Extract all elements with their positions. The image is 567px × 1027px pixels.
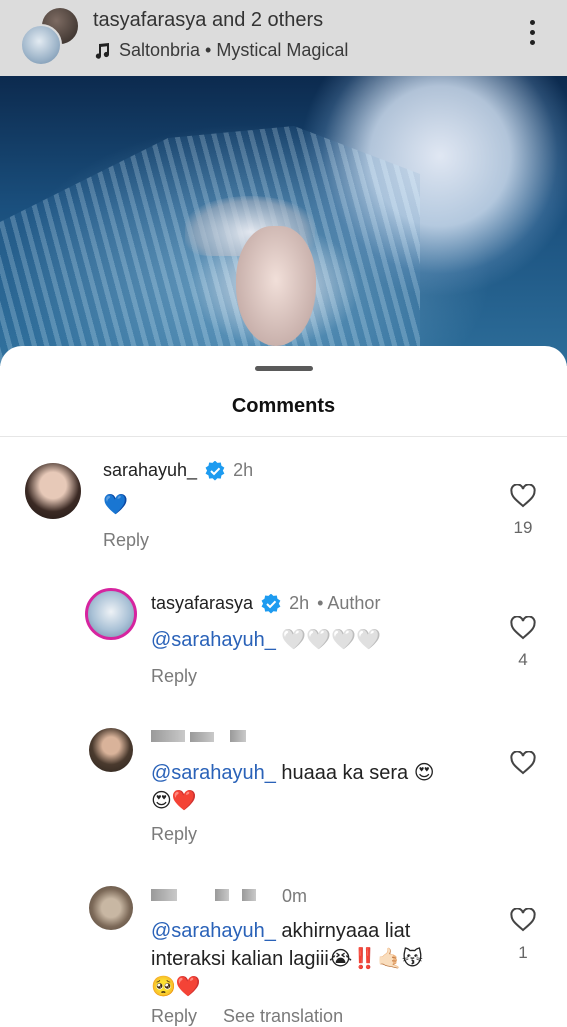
drag-handle[interactable] bbox=[255, 366, 313, 371]
redacted-username bbox=[151, 730, 185, 742]
comment-text: @sarahayuh_ 🤍🤍🤍🤍 bbox=[151, 626, 381, 654]
comment-username[interactable]: tasyafarasya bbox=[151, 593, 253, 614]
sheet-title: Comments bbox=[231, 395, 336, 417]
avatar[interactable] bbox=[25, 463, 81, 519]
comment-body: 🥺❤️ bbox=[151, 976, 201, 998]
comment-header: sarahayuh_ 2h bbox=[103, 460, 253, 481]
mention-link[interactable]: @sarahayuh_ bbox=[151, 920, 276, 942]
post-header: tasyafarasya and 2 others Saltonbria • M… bbox=[0, 0, 567, 76]
comment-body: huaaa ka sera 😍 bbox=[275, 762, 435, 784]
comment-text: @sarahayuh_ akhirnyaaa liat interaksi ka… bbox=[151, 917, 423, 1001]
comment-text: 💙 bbox=[103, 494, 128, 516]
reply-button[interactable]: Reply bbox=[151, 824, 197, 845]
redacted-username bbox=[190, 732, 214, 742]
redacted-username bbox=[215, 889, 229, 901]
comment-time: 2h bbox=[233, 460, 254, 480]
more-options-icon[interactable] bbox=[522, 20, 542, 50]
redacted-username bbox=[230, 730, 246, 742]
like-count: 1 bbox=[518, 943, 528, 962]
music-label: Saltonbria • Mystical Magical bbox=[119, 40, 349, 60]
author-tag: • Author bbox=[317, 593, 381, 613]
comment-header: tasyafarasya 2h • Author bbox=[151, 593, 380, 614]
heart-icon[interactable] bbox=[510, 484, 536, 508]
post-image[interactable] bbox=[0, 76, 567, 366]
reply-button[interactable]: Reply bbox=[151, 666, 197, 687]
heart-icon[interactable] bbox=[510, 751, 536, 775]
avatar[interactable] bbox=[85, 588, 137, 640]
heart-icon[interactable] bbox=[510, 616, 536, 640]
reply-button[interactable]: Reply bbox=[103, 530, 149, 551]
post-author-title[interactable]: tasyafarasya and 2 others bbox=[93, 9, 323, 32]
like-count: 19 bbox=[513, 518, 533, 537]
verified-badge-icon bbox=[205, 460, 225, 481]
comment-body: 😍❤️ bbox=[151, 790, 197, 812]
comment-header: 0m bbox=[282, 886, 307, 907]
comment-time: 0m bbox=[282, 886, 308, 906]
music-info[interactable]: Saltonbria • Mystical Magical bbox=[93, 40, 348, 61]
comment-body: akhirnyaaa liat bbox=[275, 920, 411, 942]
music-note-icon bbox=[95, 42, 110, 59]
comment-username[interactable]: sarahayuh_ bbox=[103, 460, 197, 481]
avatar[interactable] bbox=[89, 886, 133, 930]
avatar bbox=[20, 24, 62, 66]
comment-time: 2h bbox=[289, 593, 310, 613]
comments-sheet: Comments sarahayuh_ 2h 💙 Reply 19 tasyaf… bbox=[0, 346, 567, 1026]
comment-body: interaksi kalian lagiii😭‼️🤙🏻😽 bbox=[151, 948, 423, 970]
verified-badge-icon bbox=[261, 593, 281, 614]
mention-link[interactable]: @sarahayuh_ bbox=[151, 762, 276, 784]
heart-icon[interactable] bbox=[510, 908, 536, 932]
redacted-username bbox=[151, 889, 177, 901]
avatar[interactable] bbox=[89, 728, 133, 772]
like-count: 4 bbox=[518, 650, 528, 669]
comment-body: 🤍🤍🤍🤍 bbox=[275, 629, 381, 651]
divider bbox=[0, 436, 567, 437]
redacted-username bbox=[242, 889, 256, 901]
mention-link[interactable]: @sarahayuh_ bbox=[151, 629, 276, 651]
comment-text: @sarahayuh_ huaaa ka sera 😍 😍❤️ bbox=[151, 759, 435, 815]
collab-avatars[interactable] bbox=[20, 6, 80, 66]
portrait-figure bbox=[236, 226, 316, 346]
